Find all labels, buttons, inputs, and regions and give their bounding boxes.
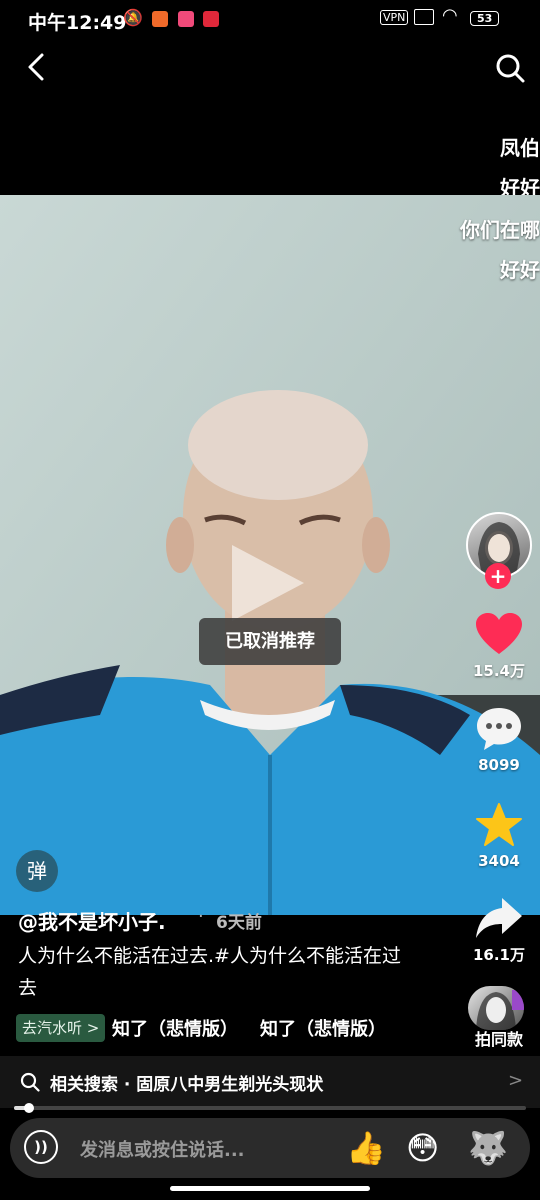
play-icon[interactable] bbox=[232, 545, 304, 621]
back-icon[interactable] bbox=[22, 50, 52, 84]
app-notification-icon bbox=[178, 11, 194, 27]
chevron-right-icon: > bbox=[86, 1019, 100, 1037]
listen-in-qishui-button[interactable]: 去汽水听 > bbox=[16, 1014, 106, 1042]
battery-indicator: 53 bbox=[470, 11, 500, 26]
music-title[interactable]: 知了（悲情版） bbox=[112, 1015, 238, 1041]
chevron-right-icon: > bbox=[508, 1070, 524, 1091]
dog-face-emoji-icon[interactable]: 🐺 bbox=[468, 1128, 508, 1168]
wifi-icon: ◠ bbox=[442, 5, 458, 26]
thumbs-up-emoji-icon[interactable]: 👍 bbox=[346, 1128, 386, 1168]
message-input-bar[interactable]: )) 发消息或按住说话... 👍 😳 🐺 bbox=[10, 1118, 530, 1178]
video-progress-bar[interactable] bbox=[14, 1103, 526, 1113]
home-indicator bbox=[170, 1186, 370, 1191]
mute-icon: 🔕 bbox=[123, 8, 143, 27]
danmaku-comment: 凤伯 bbox=[500, 136, 540, 160]
danmaku-comment: 你们在哪 bbox=[460, 218, 540, 242]
like-heart-icon[interactable] bbox=[474, 612, 524, 656]
comment-count: 8099 bbox=[478, 756, 520, 774]
danmaku-comment: 好好 bbox=[500, 258, 540, 282]
toast-message: 已取消推荐 bbox=[199, 618, 341, 665]
message-input[interactable]: 发消息或按住说话... bbox=[80, 1136, 245, 1162]
follow-plus-button[interactable]: + bbox=[485, 563, 511, 589]
progress-knob[interactable] bbox=[24, 1103, 35, 1113]
voice-icon[interactable]: )) bbox=[24, 1130, 58, 1164]
separator-dot: · bbox=[198, 906, 204, 927]
author-name[interactable]: @我不是坏小子. bbox=[18, 906, 166, 935]
same-style-avatar[interactable] bbox=[468, 986, 524, 1030]
music-title[interactable]: 知了（悲情版） bbox=[260, 1015, 386, 1041]
flushed-face-emoji-icon[interactable]: 😳 bbox=[406, 1128, 439, 1168]
favorite-count: 3404 bbox=[478, 852, 520, 870]
like-count: 15.4万 bbox=[472, 662, 525, 680]
status-bar: 中午12:49 🔕 VPN ◠ 53 bbox=[0, 0, 540, 40]
danmaku-toggle-button[interactable]: 弹 bbox=[16, 850, 58, 892]
search-icon[interactable] bbox=[494, 52, 526, 84]
same-style-label[interactable]: 拍同款 bbox=[464, 1026, 534, 1050]
status-time: 中午12:49 bbox=[28, 12, 127, 34]
vpn-badge: VPN bbox=[380, 10, 409, 25]
app-notification-icon bbox=[203, 11, 219, 27]
app-notification-icon bbox=[152, 11, 168, 27]
video-description[interactable]: 人为什么不能活在过去.#人为什么不能活在过去 bbox=[18, 940, 418, 1004]
sim-no-signal-icon bbox=[414, 9, 434, 25]
related-search-bar[interactable]: 相关搜索 · 固原八中男生剃光头现状 > bbox=[0, 1056, 540, 1108]
share-count: 16.1万 bbox=[472, 946, 525, 964]
search-icon bbox=[20, 1072, 40, 1096]
share-arrow-icon[interactable] bbox=[474, 896, 524, 940]
related-search-label: 相关搜索 · 固原八中男生剃光头现状 bbox=[50, 1075, 324, 1095]
favorite-star-icon[interactable] bbox=[474, 802, 524, 848]
post-time: 6天前 bbox=[216, 913, 262, 933]
listen-in-qishui-label: 去汽水听 bbox=[22, 1019, 83, 1037]
comment-icon[interactable] bbox=[474, 706, 524, 752]
